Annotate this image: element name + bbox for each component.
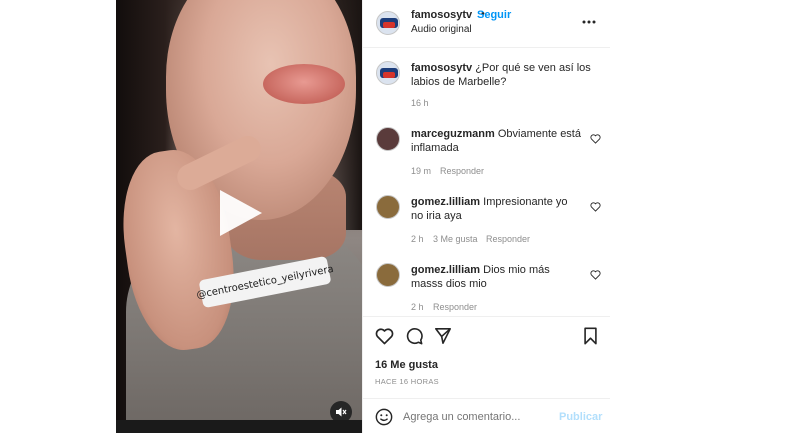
comment-item: marceguzmanm Obviamente está inflamada [411, 127, 581, 155]
emoji-icon[interactable] [375, 408, 393, 431]
avatar[interactable] [376, 127, 400, 151]
comment-time[interactable]: 2 h [411, 234, 424, 244]
video-player[interactable]: @centroestetico_yeilyrivera [116, 0, 362, 433]
more-horizontal-icon[interactable] [582, 12, 596, 30]
comment-username[interactable]: marceguzmanm [411, 128, 495, 140]
instagram-post-view: @centroestetico_yeilyrivera famososytv •… [0, 0, 800, 433]
caption-time[interactable]: 16 h [411, 98, 429, 108]
caption-username[interactable]: famososytv [411, 62, 472, 74]
heart-icon[interactable] [590, 267, 601, 285]
heart-icon[interactable] [590, 131, 601, 149]
follow-button[interactable]: Seguir [477, 9, 511, 21]
add-comment-bar: Publicar [363, 398, 610, 433]
publish-button[interactable]: Publicar [559, 411, 602, 423]
video-bottom-bar [116, 420, 362, 433]
backdrop-right [609, 0, 800, 433]
heart-icon[interactable] [590, 199, 601, 217]
posted-ago[interactable]: HACE 16 HORAS [375, 377, 439, 386]
avatar[interactable] [376, 61, 400, 85]
comment-time[interactable]: 2 h [411, 302, 424, 312]
video-frame-lips [263, 64, 345, 104]
comment-item: gomez.lilliam Impresionante yo no iria a… [411, 195, 581, 223]
comment-username[interactable]: gomez.lilliam [411, 196, 480, 208]
comment-item: gomez.lilliam Dios mio más masss dios mi… [411, 263, 581, 291]
post-username[interactable]: famososytv [411, 9, 472, 21]
reply-button[interactable]: Responder [486, 234, 530, 244]
post-header: famososytv • Seguir Audio original [363, 0, 610, 48]
audio-label[interactable]: Audio original [411, 24, 472, 35]
comment-icon[interactable] [405, 327, 423, 350]
avatar[interactable] [376, 11, 400, 35]
post-caption: famososytv ¿Por qué se ven así los labio… [411, 61, 591, 89]
bookmark-icon[interactable] [583, 327, 598, 350]
likes-count[interactable]: 16 Me gusta [375, 359, 438, 371]
avatar[interactable] [376, 263, 400, 287]
comment-username[interactable]: gomez.lilliam [411, 264, 480, 276]
post-side-panel: famososytv • Seguir Audio original famos… [362, 0, 610, 433]
comment-time[interactable]: 19 m [411, 166, 431, 176]
play-icon[interactable] [220, 190, 262, 236]
send-icon[interactable] [434, 327, 452, 350]
backdrop-left [0, 0, 116, 433]
comment-input[interactable] [403, 407, 553, 427]
heart-icon[interactable] [375, 328, 394, 350]
reply-button[interactable]: Responder [433, 302, 477, 312]
reply-button[interactable]: Responder [440, 166, 484, 176]
comment-likes[interactable]: 3 Me gusta [433, 234, 478, 244]
avatar[interactable] [376, 195, 400, 219]
